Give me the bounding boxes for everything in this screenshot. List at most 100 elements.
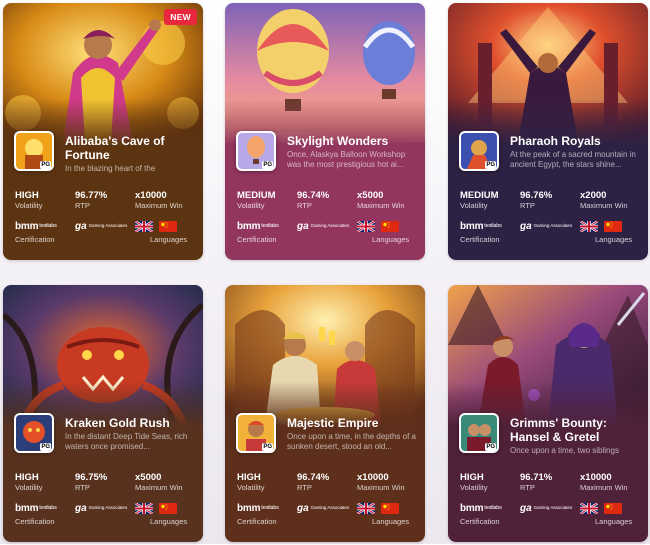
max-win-label: Maximum Win (580, 201, 628, 210)
languages-label: Languages (150, 517, 188, 526)
game-title[interactable]: Majestic Empire (287, 416, 419, 430)
pg-logo: PG (40, 161, 51, 169)
china-flag-icon[interactable] (159, 503, 177, 514)
volatility-value: HIGH (237, 472, 261, 483)
game-description: Once, Alaskya Balloon Workshop was the m… (287, 150, 406, 169)
game-logo-icon[interactable]: PG (14, 413, 54, 453)
gaming-associates-logo: ga Gaming Associates (297, 503, 349, 514)
certification-row: bmmtestlabs ga Gaming Associates Certific… (3, 503, 203, 533)
rtp-stat: 96.76% RTP (520, 190, 552, 211)
max-win-value: x10000 (135, 190, 167, 201)
ga-mark: ga (520, 221, 532, 232)
ga-mark: ga (75, 503, 87, 514)
volatility-label: Volatility (15, 483, 43, 492)
uk-flag-icon[interactable] (357, 221, 375, 232)
max-win-label: Maximum Win (580, 483, 628, 492)
china-flag-icon[interactable] (604, 221, 622, 232)
game-logo-icon[interactable]: PG (236, 413, 276, 453)
max-win-label: Maximum Win (357, 483, 405, 492)
volatility-label: Volatility (460, 483, 488, 492)
game-description: Once upon a time, in the depths of a sun… (287, 432, 416, 451)
bmm-mark: bmm (15, 221, 39, 232)
ga-mark: ga (520, 503, 532, 514)
bmm-sub: testlabs (484, 505, 502, 511)
max-win-value: x5000 (135, 472, 162, 483)
game-card-grimms-bounty[interactable]: PG Grimms' Bounty: Hansel & Gretel Once … (448, 285, 648, 542)
game-card-majestic-empire[interactable]: PG Majestic Empire Once upon a time, in … (225, 285, 425, 542)
language-flags (580, 503, 628, 515)
ga-sub: Gaming Associates (310, 505, 350, 510)
certification-row: bmmtestlabs ga Gaming Associates Certific… (448, 503, 648, 533)
rtp-label: RTP (520, 483, 535, 492)
gaming-associates-logo: ga Gaming Associates (75, 221, 127, 232)
game-title[interactable]: Alibaba's Cave of Fortune (65, 134, 197, 162)
volatility-label: Volatility (237, 201, 265, 210)
volatility-stat: HIGH Volatility (237, 472, 265, 493)
volatility-value: MEDIUM (237, 190, 276, 201)
ga-sub: Gaming Associates (533, 505, 573, 510)
ga-sub: Gaming Associates (310, 223, 350, 228)
bmm-mark: bmm (460, 221, 484, 232)
china-flag-icon[interactable] (381, 503, 399, 514)
rtp-label: RTP (297, 483, 312, 492)
game-description: In the blazing heart of the (65, 164, 156, 173)
pg-logo: PG (485, 443, 496, 451)
game-card-pharaoh-royals[interactable]: PG Pharaoh Royals At the peak of a sacre… (448, 3, 648, 260)
certification-row: bmmtestlabs ga Gaming Associates Certific… (225, 221, 425, 251)
game-title[interactable]: Grimms' Bounty: Hansel & Gretel (510, 416, 642, 444)
max-win-label: Maximum Win (357, 201, 405, 210)
game-card-kraken-gold-rush[interactable]: PG Kraken Gold Rush In the distant Deep … (3, 285, 203, 542)
bmm-testlabs-logo: bmmtestlabs (237, 221, 279, 232)
bmm-testlabs-logo: bmmtestlabs (237, 503, 279, 514)
game-card-skylight-wonders[interactable]: PG Skylight Wonders Once, Alaskya Balloo… (225, 3, 425, 260)
uk-flag-icon[interactable] (580, 503, 598, 514)
china-flag-icon[interactable] (604, 503, 622, 514)
ga-sub: Gaming Associates (88, 223, 128, 228)
game-logo-icon[interactable]: PG (236, 131, 276, 171)
certification-row: bmmtestlabs ga Gaming Associates Certific… (448, 221, 648, 251)
rtp-value: 96.76% (520, 190, 553, 201)
language-flags (357, 503, 405, 515)
game-logo-icon[interactable]: PG (459, 131, 499, 171)
volatility-value: MEDIUM (460, 190, 499, 201)
uk-flag-icon[interactable] (580, 221, 598, 232)
rtp-stat: 96.77% RTP (75, 190, 107, 211)
language-flags (135, 503, 183, 515)
game-description: In the distant Deep Tide Seas, rich wate… (65, 432, 188, 451)
volatility-value: HIGH (15, 472, 39, 483)
bmm-mark: bmm (15, 503, 39, 514)
ga-mark: ga (75, 221, 87, 232)
certification-label: Certification (15, 235, 55, 244)
ga-sub: Gaming Associates (533, 223, 573, 228)
languages-label: Languages (150, 235, 188, 244)
bmm-sub: testlabs (484, 223, 502, 229)
certification-row: bmmtestlabs ga Gaming Associates Certific… (225, 503, 425, 533)
max-win-stat: x5000 Maximum Win (135, 472, 183, 493)
uk-flag-icon[interactable] (357, 503, 375, 514)
volatility-label: Volatility (15, 201, 43, 210)
pg-logo: PG (262, 443, 273, 451)
rtp-value: 96.71% (520, 472, 553, 483)
rtp-stat: 96.74% RTP (297, 472, 329, 493)
game-title[interactable]: Skylight Wonders (287, 134, 419, 148)
rtp-stat: 96.74% RTP (297, 190, 329, 211)
china-flag-icon[interactable] (159, 221, 177, 232)
max-win-value: x10000 (580, 472, 612, 483)
volatility-stat: MEDIUM Volatility (237, 190, 276, 211)
game-title[interactable]: Kraken Gold Rush (65, 416, 197, 430)
rtp-value: 96.74% (297, 190, 330, 201)
game-card-alibabas-cave-of-fortune[interactable]: NEW PG Alibaba's Cave of Fortune In the … (3, 3, 203, 260)
game-title[interactable]: Pharaoh Royals (510, 134, 642, 148)
gaming-associates-logo: ga Gaming Associates (520, 503, 572, 514)
languages-label: Languages (372, 517, 410, 526)
rtp-label: RTP (297, 201, 312, 210)
languages-label: Languages (595, 235, 633, 244)
game-logo-icon[interactable]: PG (459, 413, 499, 453)
uk-flag-icon[interactable] (135, 221, 153, 232)
china-flag-icon[interactable] (381, 221, 399, 232)
game-logo-icon[interactable]: PG (14, 131, 54, 171)
rtp-stat: 96.71% RTP (520, 472, 552, 493)
max-win-value: x5000 (357, 190, 384, 201)
uk-flag-icon[interactable] (135, 503, 153, 514)
bmm-sub: testlabs (261, 223, 279, 229)
